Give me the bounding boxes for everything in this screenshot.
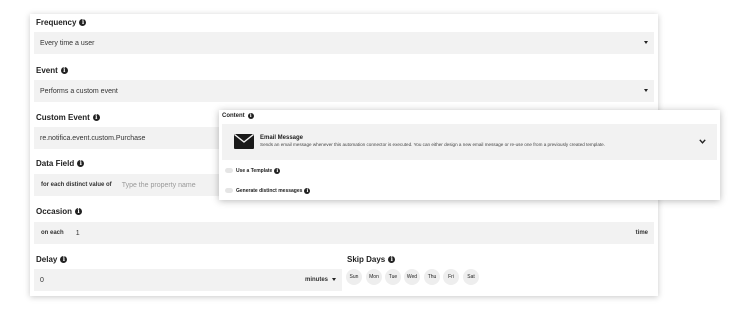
- caret-down-icon: [644, 41, 648, 44]
- info-icon[interactable]: i: [60, 67, 68, 74]
- info-icon[interactable]: i: [247, 113, 254, 119]
- frequency-select[interactable]: Every time a user: [34, 32, 654, 54]
- event-select[interactable]: Performs a custom event: [34, 80, 654, 102]
- info-icon[interactable]: i: [77, 160, 85, 167]
- delay-input[interactable]: 0 minutes: [34, 269, 342, 291]
- chevron-down-icon[interactable]: [699, 139, 706, 144]
- email-message-description: Sends an email message whenever this aut…: [260, 142, 605, 147]
- day-tue[interactable]: Tue: [385, 269, 401, 285]
- event-label: Event i: [36, 66, 68, 75]
- distinct-messages-label: Generate distinct messages i: [236, 188, 311, 194]
- info-icon[interactable]: i: [388, 256, 396, 263]
- info-icon[interactable]: i: [60, 256, 68, 263]
- envelope-icon: [234, 134, 254, 149]
- delay-unit-select[interactable]: minutes: [305, 277, 328, 283]
- content-label: Content i: [222, 113, 254, 119]
- skip-days-label: Skip Days i: [347, 255, 396, 264]
- info-icon[interactable]: i: [75, 208, 83, 215]
- day-thu[interactable]: Thu: [424, 269, 440, 285]
- info-icon[interactable]: i: [304, 188, 311, 194]
- caret-down-icon: [332, 278, 336, 281]
- email-message-title: Email Message: [260, 135, 304, 141]
- occasion-input[interactable]: on each 1 time: [34, 222, 654, 244]
- day-mon[interactable]: Mon: [366, 269, 382, 285]
- info-icon[interactable]: i: [274, 168, 281, 174]
- custom-event-label: Custom Event i: [36, 113, 100, 122]
- distinct-messages-toggle[interactable]: [225, 188, 233, 193]
- day-wed[interactable]: Wed: [404, 269, 420, 285]
- frequency-label: Frequency i: [36, 18, 87, 27]
- data-field-label: Data Field i: [36, 159, 85, 168]
- day-sun[interactable]: Sun: [346, 269, 362, 285]
- use-template-toggle[interactable]: [225, 168, 233, 173]
- occasion-label: Occasion i: [36, 207, 83, 216]
- caret-down-icon: [644, 89, 648, 92]
- day-sat[interactable]: Sat: [463, 269, 479, 285]
- day-fri[interactable]: Fri: [443, 269, 459, 285]
- info-icon[interactable]: i: [92, 114, 100, 121]
- use-template-label: Use a Template i: [236, 168, 281, 174]
- email-message-option[interactable]: Email Message Sends an email message whe…: [222, 124, 717, 160]
- content-popup: Content i Email Message Sends an email m…: [219, 110, 720, 200]
- delay-label: Delay i: [36, 255, 68, 264]
- info-icon[interactable]: i: [79, 19, 87, 26]
